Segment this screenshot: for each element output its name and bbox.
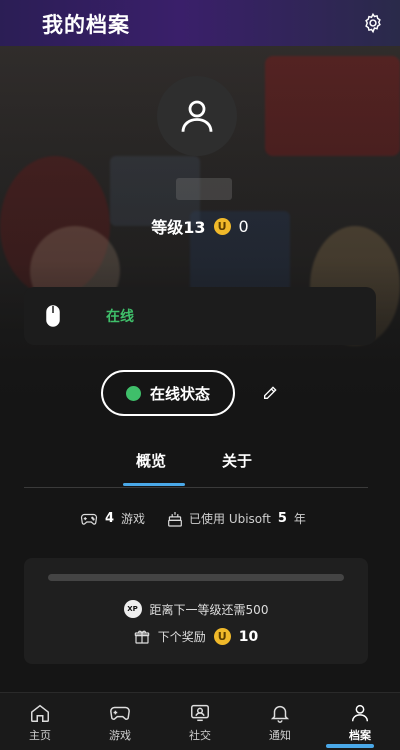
ubisoft-coin-icon: U: [213, 217, 231, 235]
xp-progress-bar: [48, 574, 344, 581]
nav-item-profile[interactable]: 档案: [320, 693, 400, 750]
profile-screen: 我的档案 等级13 U 0 在线 在线状态 概览 关于 4 游戏 已使用 Ubi…: [0, 0, 400, 750]
online-status-button[interactable]: 在线状态: [101, 370, 235, 416]
nav-item-social[interactable]: 社交: [160, 693, 240, 750]
header-bar: 我的档案: [0, 0, 400, 46]
gift-icon: [134, 630, 150, 644]
nav-label-home: 主页: [29, 729, 51, 742]
profile-stats: 4 游戏 已使用 Ubisoft 5 年: [0, 510, 400, 530]
nav-label-social: 社交: [189, 729, 211, 742]
user-icon: [181, 100, 213, 132]
profile-tabs: 概览 关于: [24, 450, 368, 488]
gamepad-icon: [110, 706, 130, 720]
active-tab-indicator: [123, 483, 185, 486]
status-card[interactable]: 在线: [24, 287, 376, 345]
ubisoft-coin-icon: U: [213, 628, 231, 645]
tab-overview[interactable]: 概览: [136, 450, 166, 471]
page-title: 我的档案: [42, 13, 130, 37]
tab-about[interactable]: 关于: [222, 450, 252, 471]
profile-icon: [351, 704, 369, 722]
nav-label-profile: 档案: [349, 729, 371, 742]
games-stat: 4 游戏: [80, 510, 145, 527]
gamepad-icon: [80, 513, 98, 525]
cake-icon: [168, 511, 182, 527]
gear-icon[interactable]: [362, 12, 384, 34]
mouse-icon: [46, 305, 60, 327]
bell-icon: [270, 705, 290, 723]
next-reward-row: 下个奖励 U 10: [24, 628, 368, 645]
next-level-text: 距离下一等级还需500: [149, 602, 269, 617]
nav-item-home[interactable]: 主页: [0, 693, 80, 750]
level-row: 等级13 U 0: [0, 214, 400, 238]
bottom-navigation: 主页 游戏 社交 通知 档案: [0, 692, 400, 750]
active-nav-indicator: [326, 744, 374, 748]
next-level-row: XP 距离下一等级还需500: [24, 600, 368, 618]
coin-balance: 0: [238, 216, 249, 236]
nav-item-notifications[interactable]: 通知: [240, 693, 320, 750]
games-label: 游戏: [121, 512, 146, 526]
nav-label-notifications: 通知: [269, 729, 291, 742]
reward-value: 10: [238, 628, 259, 645]
nav-item-games[interactable]: 游戏: [80, 693, 160, 750]
username-redacted: [176, 178, 232, 200]
status-text: 在线: [106, 309, 134, 325]
xp-icon: XP: [123, 600, 142, 618]
online-status-label: 在线状态: [149, 384, 210, 403]
years-count: 5: [277, 511, 287, 526]
games-count: 4: [105, 511, 115, 526]
years-stat: 已使用 Ubisoft 5 年: [168, 510, 306, 527]
nav-label-games: 游戏: [109, 729, 131, 742]
pencil-icon[interactable]: [262, 385, 278, 401]
home-icon: [31, 704, 49, 722]
avatar[interactable]: [157, 76, 237, 156]
next-reward-label: 下个奖励: [157, 630, 206, 644]
online-dot-icon: [125, 385, 141, 401]
social-icon: [191, 704, 209, 722]
xp-progress-card: XP 距离下一等级还需500 下个奖励 U 10: [24, 558, 368, 664]
years-suffix: 年: [293, 512, 306, 526]
level-label: 等级13: [151, 218, 206, 237]
years-prefix: 已使用 Ubisoft: [189, 512, 271, 526]
